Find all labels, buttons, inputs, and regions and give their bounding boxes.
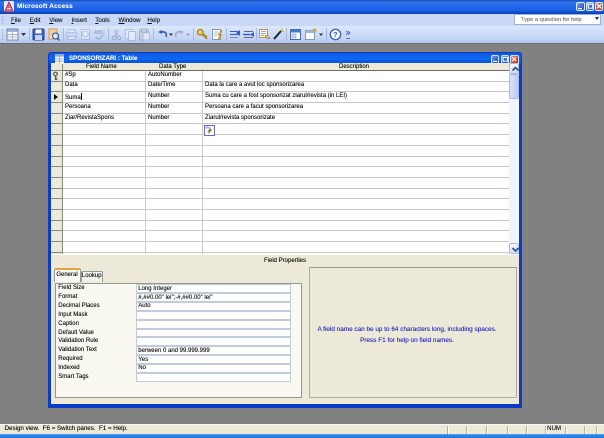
svg-text:ABC: ABC — [94, 30, 105, 36]
svg-text:?: ? — [333, 32, 337, 39]
